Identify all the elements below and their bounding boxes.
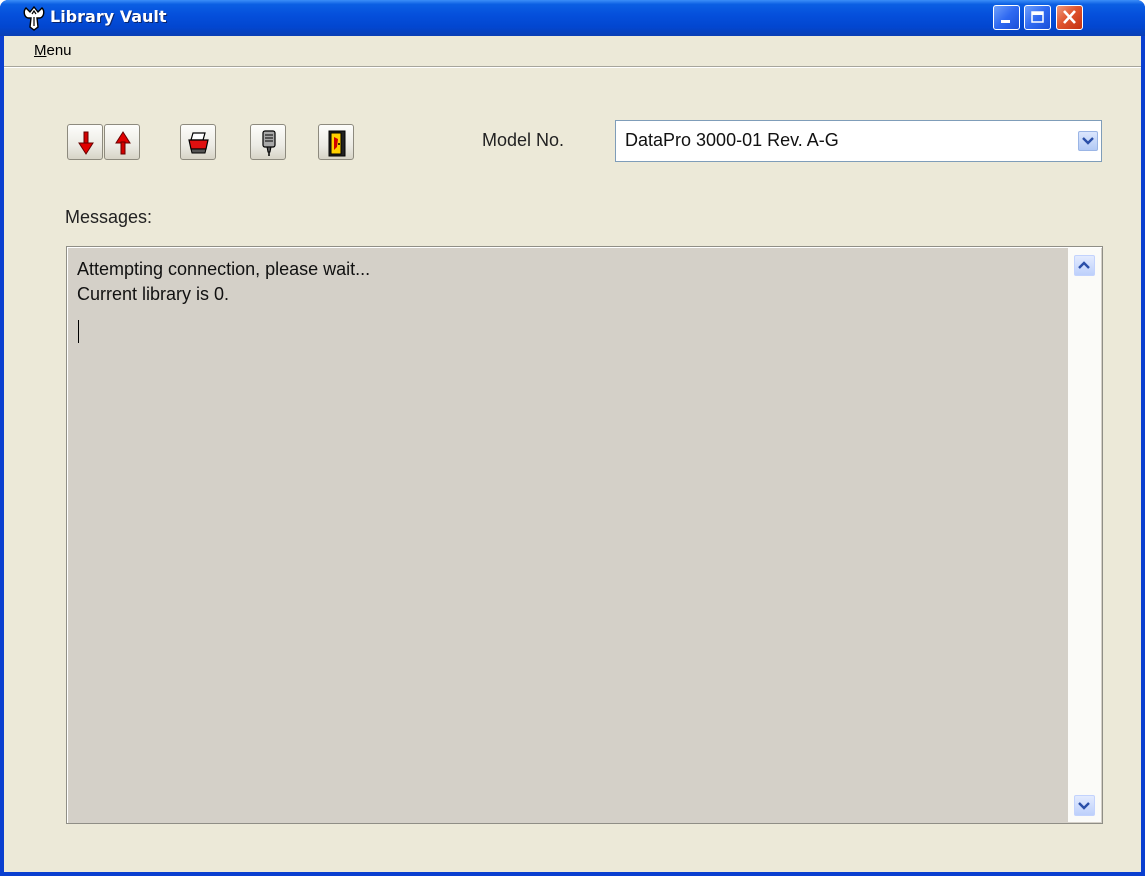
- scroll-down-button[interactable]: [1074, 795, 1095, 816]
- window-title: Library Vault: [50, 7, 167, 26]
- scroll-up-button[interactable]: [1074, 255, 1095, 276]
- upload-button[interactable]: [104, 124, 140, 160]
- message-lines: Attempting connection, please wait... Cu…: [77, 257, 370, 307]
- model-number-value: DataPro 3000-01 Rev. A-G: [625, 130, 839, 150]
- app-logo-icon: [23, 5, 45, 31]
- maximize-icon: [1031, 11, 1044, 23]
- model-number-combobox[interactable]: DataPro 3000-01 Rev. A-G: [615, 120, 1102, 162]
- chevron-down-icon: [1082, 137, 1094, 145]
- library-vault-window: Library Vault Menu Model No. DataPro 300…: [0, 0, 1145, 876]
- message-line: Current library is 0.: [77, 284, 230, 304]
- menu-bar: Menu: [4, 36, 1141, 68]
- menu-label-rest: enu: [46, 42, 72, 59]
- chevron-up-icon: [1078, 261, 1090, 269]
- menu-access-key: M: [34, 42, 47, 59]
- close-icon: [1063, 10, 1076, 24]
- red-up-arrow-icon: [115, 131, 131, 155]
- red-down-arrow-icon: [78, 131, 94, 155]
- connect-button[interactable]: [250, 124, 286, 160]
- serial-plug-icon: [262, 130, 276, 156]
- exit-button[interactable]: [318, 124, 354, 160]
- vertical-scrollbar[interactable]: [1068, 248, 1101, 822]
- minimize-icon: [1001, 20, 1010, 23]
- download-button[interactable]: [67, 124, 103, 160]
- client-area: Menu Model No. DataPro 3000-01 Rev. A-G …: [4, 36, 1141, 872]
- text-cursor: [78, 320, 79, 343]
- title-bar[interactable]: Library Vault: [0, 0, 1145, 36]
- menu-menu[interactable]: Menu: [34, 42, 72, 59]
- printer-icon: [188, 132, 209, 154]
- messages-label: Messages:: [65, 207, 153, 227]
- messages-textarea[interactable]: Attempting connection, please wait... Cu…: [66, 246, 1103, 824]
- print-button[interactable]: [180, 124, 216, 160]
- close-button[interactable]: [1056, 5, 1083, 30]
- maximize-button[interactable]: [1024, 5, 1051, 30]
- minimize-button[interactable]: [993, 5, 1020, 30]
- model-number-label: Model No.: [482, 130, 565, 150]
- chevron-down-icon: [1078, 802, 1090, 810]
- combobox-dropdown-button[interactable]: [1078, 131, 1098, 151]
- message-line: Attempting connection, please wait...: [77, 259, 371, 279]
- exit-door-icon: [328, 130, 346, 157]
